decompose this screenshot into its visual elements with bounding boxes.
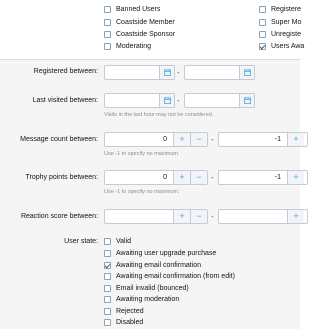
- checkbox[interactable]: [104, 43, 111, 50]
- decrement-button[interactable]: −: [190, 171, 207, 184]
- user-group-super-moderator[interactable]: Super Mo: [259, 19, 301, 26]
- calendar-icon[interactable]: [159, 94, 174, 107]
- message-count-between-label: Message count between:: [20, 136, 98, 143]
- checkbox-label: Awaiting moderation: [116, 296, 180, 303]
- increment-button[interactable]: +: [173, 133, 190, 146]
- checkbox-label: Awaiting email confirmation: [116, 262, 202, 269]
- checkbox-label: Rejected: [116, 308, 144, 315]
- user-groups-pane: Banned Users Coastside Member Coastside …: [0, 0, 304, 59]
- checkbox[interactable]: [104, 19, 111, 26]
- checkbox-label: Coastside Sponsor: [116, 31, 176, 38]
- user-state-awaiting-email-confirmation-edit[interactable]: Awaiting email confirmation (from edit): [104, 273, 235, 280]
- range-separator: -: [211, 173, 214, 182]
- decrement-button[interactable]: −: [190, 133, 207, 146]
- checkbox[interactable]: [104, 250, 111, 257]
- reaction-score-min-input[interactable]: + −: [104, 209, 208, 224]
- checkbox[interactable]: [104, 262, 111, 269]
- number-value[interactable]: 0: [163, 174, 167, 181]
- user-group-users-awaiting[interactable]: Users Awa: [259, 43, 304, 50]
- checkbox[interactable]: [259, 31, 266, 38]
- user-state-awaiting-moderation[interactable]: Awaiting moderation: [104, 296, 179, 303]
- increment-button[interactable]: +: [287, 133, 304, 146]
- calendar-icon[interactable]: [239, 66, 254, 79]
- checkbox[interactable]: [104, 6, 111, 13]
- checkbox[interactable]: [104, 319, 111, 326]
- user-group-coastside-member[interactable]: Coastside Member: [104, 19, 175, 26]
- user-group-coastside-sponsor[interactable]: Coastside Sponsor: [104, 31, 175, 38]
- increment-button[interactable]: +: [287, 171, 304, 184]
- message-count-hint: Use -1 to specify no maximum.: [104, 151, 180, 157]
- checkbox-label: Disabled: [116, 319, 144, 326]
- checkbox[interactable]: [104, 296, 111, 303]
- checkbox-label: Unregiste: [271, 31, 301, 38]
- user-state-valid[interactable]: Valid: [104, 238, 131, 245]
- checkbox-label: Super Mo: [271, 19, 302, 26]
- checkbox-label: Banned Users: [116, 6, 161, 13]
- checkbox-label: Users Awa: [271, 43, 305, 50]
- checkbox-label: Valid: [116, 238, 132, 245]
- checkbox-label: Awaiting email confirmation (from edit): [116, 273, 235, 280]
- checkbox[interactable]: [259, 19, 266, 26]
- user-state-label: User state:: [64, 238, 98, 245]
- user-group-banned-users[interactable]: Banned Users: [104, 6, 160, 13]
- checkbox-label: Registere: [271, 6, 301, 13]
- reaction-score-between-label: Reaction score between:: [20, 213, 98, 220]
- range-separator: -: [211, 212, 214, 221]
- reaction-score-max-input[interactable]: +: [218, 209, 308, 224]
- registered-from-input[interactable]: [104, 65, 175, 80]
- registered-between-label: Registered between:: [33, 68, 98, 75]
- message-count-max-input[interactable]: -1 +: [218, 132, 308, 147]
- calendar-icon[interactable]: [239, 94, 254, 107]
- checkbox[interactable]: [104, 238, 111, 245]
- checkbox-label: Awaiting user upgrade purchase: [116, 250, 217, 257]
- trophy-points-min-input[interactable]: 0 + −: [104, 170, 208, 185]
- checkbox[interactable]: [259, 6, 266, 13]
- increment-button[interactable]: +: [287, 210, 304, 223]
- checkbox-label: Email invalid (bounced): [116, 285, 189, 292]
- checkbox-label: Coastside Member: [116, 19, 175, 26]
- user-group-moderating[interactable]: Moderating: [104, 43, 151, 50]
- last-visited-from-input[interactable]: [104, 93, 175, 108]
- range-separator: -: [211, 135, 214, 144]
- range-separator: -: [177, 96, 180, 105]
- checkbox[interactable]: [104, 31, 111, 38]
- user-state-disabled[interactable]: Disabled: [104, 319, 143, 326]
- checkbox[interactable]: [104, 273, 111, 280]
- checkbox-label: Moderating: [116, 43, 152, 50]
- number-value[interactable]: -1: [275, 174, 281, 181]
- last-visited-between-label: Last visited between:: [32, 97, 98, 104]
- trophy-points-max-input[interactable]: -1 +: [218, 170, 308, 185]
- trophy-points-between-label: Trophy points between:: [25, 174, 98, 181]
- number-value[interactable]: 0: [163, 136, 167, 143]
- registered-to-input[interactable]: [184, 65, 255, 80]
- increment-button[interactable]: +: [173, 171, 190, 184]
- calendar-icon[interactable]: [159, 66, 174, 79]
- last-visited-to-input[interactable]: [184, 93, 255, 108]
- user-state-rejected[interactable]: Rejected: [104, 308, 144, 315]
- checkbox[interactable]: [104, 308, 111, 315]
- user-state-awaiting-email-confirmation[interactable]: Awaiting email confirmation: [104, 262, 201, 269]
- user-state-email-invalid[interactable]: Email invalid (bounced): [104, 285, 189, 292]
- user-state-awaiting-upgrade[interactable]: Awaiting user upgrade purchase: [104, 250, 216, 257]
- user-group-registered[interactable]: Registere: [259, 6, 301, 13]
- range-separator: -: [177, 68, 180, 77]
- message-count-min-input[interactable]: 0 + −: [104, 132, 208, 147]
- checkbox[interactable]: [259, 43, 266, 50]
- last-visited-hint: Visits in the last hour may not be consi…: [104, 112, 214, 118]
- decrement-button[interactable]: −: [190, 210, 207, 223]
- user-group-unregistered[interactable]: Unregiste: [259, 31, 301, 38]
- trophy-points-hint: Use -1 to specify no maximum.: [104, 189, 180, 195]
- checkbox[interactable]: [104, 285, 111, 292]
- number-value[interactable]: -1: [275, 136, 281, 143]
- increment-button[interactable]: +: [173, 210, 190, 223]
